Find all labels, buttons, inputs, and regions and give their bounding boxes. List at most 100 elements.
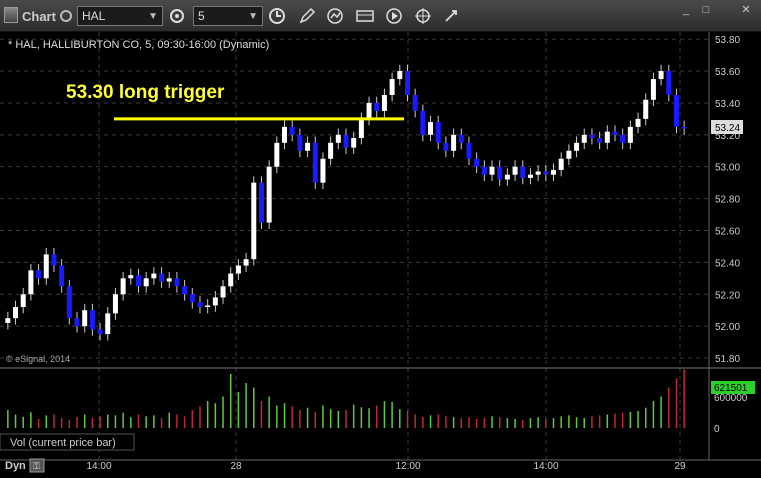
minimize-button[interactable]: _: [677, 3, 695, 17]
clock-icon: [269, 8, 285, 24]
data-grid-icon: [356, 10, 374, 22]
candle-body: [474, 158, 480, 167]
candle-body: [404, 71, 410, 95]
settings-gear-button[interactable]: [166, 5, 188, 27]
play-button[interactable]: [383, 5, 405, 27]
candle-body: [66, 286, 72, 319]
volume-study-label[interactable]: Vol (current price bar): [10, 437, 116, 449]
price-tick-label: 52.00: [715, 322, 740, 333]
chart-app-icon: [4, 7, 18, 23]
candle-body: [666, 71, 672, 95]
candle-body: [120, 278, 126, 295]
time-tick-label: 14:00: [533, 461, 558, 472]
draw-tool-button[interactable]: [296, 5, 318, 27]
candle-body: [166, 278, 172, 282]
time-tick-label: 28: [230, 461, 242, 472]
time-tick-label: 12:00: [395, 461, 420, 472]
copyright-label: © eSignal, 2014: [6, 354, 70, 364]
candle-body: [243, 259, 249, 266]
price-tick-label: 53.40: [715, 99, 740, 110]
toolbar: Chart HAL ▼ 5 ▼ _ □ ✕: [0, 0, 761, 32]
candle-body: [289, 126, 295, 135]
play-icon: [386, 8, 402, 24]
candle-body: [212, 297, 218, 306]
candle-body: [266, 166, 272, 223]
candle-body: [635, 118, 641, 127]
candle-body: [366, 102, 372, 119]
refresh-icon: [327, 8, 343, 24]
link-button[interactable]: [440, 5, 462, 27]
symbol-value: HAL: [82, 9, 106, 23]
candle-body: [128, 275, 134, 279]
candle-body: [351, 138, 357, 148]
refresh-button[interactable]: [324, 5, 346, 27]
candle-body: [135, 275, 141, 287]
candle-body: [228, 273, 234, 287]
candle-body: [51, 254, 57, 266]
maximize-button[interactable]: □: [697, 3, 715, 17]
time-tick-label: 29: [674, 461, 686, 472]
candle-body: [328, 142, 334, 159]
price-tick-label: 53.00: [715, 163, 740, 174]
candle-body: [458, 134, 464, 143]
candle-body: [504, 174, 510, 180]
candle-body: [535, 171, 541, 175]
candle-body: [658, 71, 664, 80]
candle-body: [159, 273, 165, 282]
candle-body: [258, 182, 264, 223]
candle-body: [558, 158, 564, 170]
price-tick-label: 52.80: [715, 195, 740, 206]
price-tick-label: 52.20: [715, 290, 740, 301]
time-tick-label: 14:00: [86, 461, 111, 472]
interval-input[interactable]: 5 ▼: [193, 6, 263, 26]
pencil-icon: [299, 7, 316, 24]
data-button[interactable]: [354, 5, 376, 27]
candle-body: [282, 126, 288, 143]
candle-body: [620, 134, 626, 143]
trigger-annotation: 53.30 long trigger: [66, 82, 225, 103]
crosshair-icon: [415, 8, 431, 24]
candle-body: [43, 254, 49, 279]
candle-body: [673, 94, 679, 127]
candle-body: [589, 134, 595, 139]
time-button[interactable]: [266, 5, 288, 27]
candle-body: [274, 142, 280, 167]
candle-body: [59, 265, 65, 287]
candle-body: [358, 118, 364, 139]
link-icon: [445, 10, 457, 22]
dynamic-mode-label[interactable]: Dyn: [5, 460, 26, 472]
chevron-down-icon: ▼: [148, 11, 158, 22]
interval-value: 5: [198, 9, 205, 23]
candle-body: [497, 166, 503, 180]
candle-body: [320, 158, 326, 183]
candle-body: [381, 94, 387, 111]
volume-tick-0: 0: [714, 424, 720, 435]
candle-body: [28, 270, 34, 295]
candle-body: [297, 134, 303, 151]
tools-button[interactable]: [412, 5, 434, 27]
close-button[interactable]: ✕: [737, 3, 755, 17]
candle-body: [627, 126, 633, 143]
window-title: Chart: [22, 8, 56, 24]
candle-body: [612, 131, 618, 135]
candle-body: [235, 265, 241, 274]
candle-body: [112, 294, 118, 314]
candle-body: [251, 182, 257, 260]
candle-body: [74, 318, 80, 327]
candle-body: [643, 99, 649, 119]
chart-area[interactable]: 53.8053.6053.4053.2053.0052.8052.6052.40…: [0, 32, 761, 478]
candle-body: [220, 286, 226, 298]
candle-body: [543, 171, 549, 175]
candle-body: [143, 278, 149, 287]
candle-body: [527, 174, 533, 178]
candle-body: [174, 278, 180, 287]
candle-body: [574, 142, 580, 151]
candle-body: [13, 307, 19, 319]
candle-body: [412, 94, 418, 111]
candle-body: [466, 142, 472, 159]
symbol-input[interactable]: HAL ▼: [77, 6, 163, 26]
lock-icon: ⚿: [33, 461, 40, 471]
link-indicator-icon[interactable]: [60, 10, 72, 22]
candle-body: [82, 310, 88, 327]
candle-body: [89, 310, 95, 330]
